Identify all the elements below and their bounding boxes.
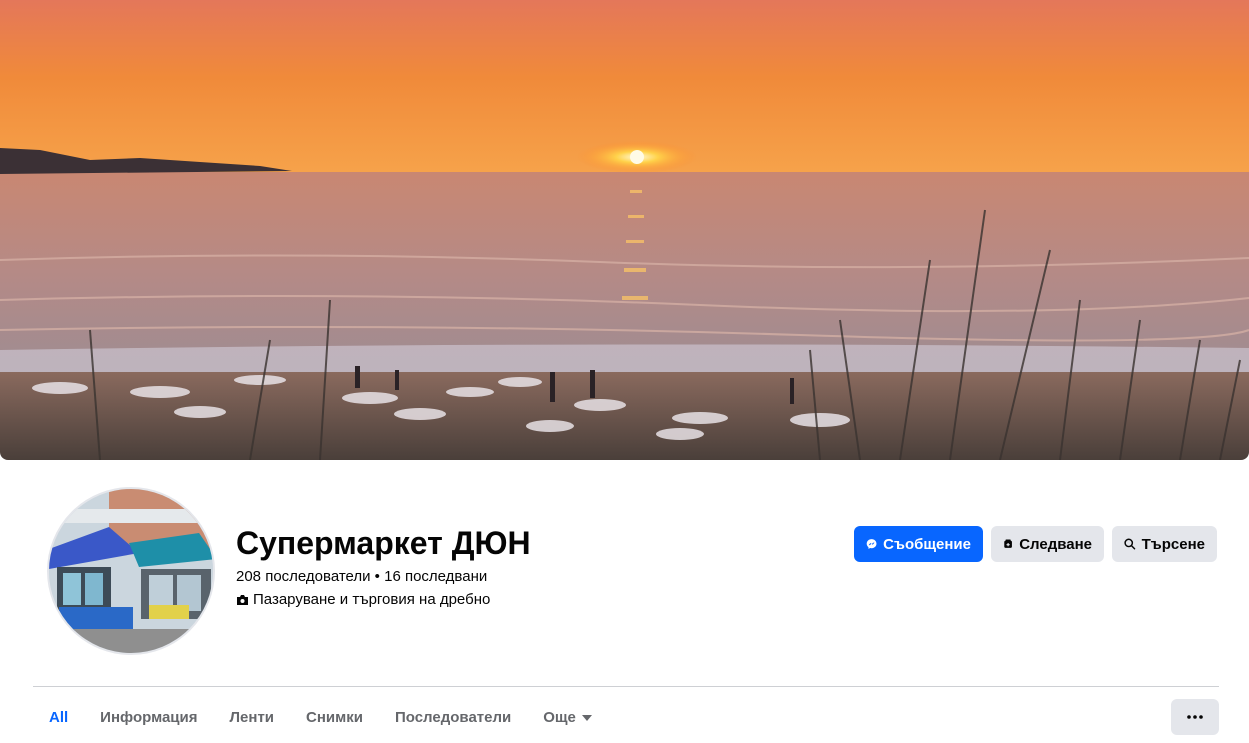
follow-icon [1004, 539, 1012, 548]
tab-label: Още [543, 709, 576, 726]
profile-picture-image [49, 489, 213, 653]
category-icon [237, 595, 248, 605]
profile-picture[interactable] [47, 487, 215, 655]
tab-followers[interactable]: Последователи [379, 696, 527, 740]
section-divider [33, 686, 1219, 687]
tab-label: Последователи [394, 709, 512, 726]
message-button-label: Съобщение [883, 535, 971, 553]
follow-button[interactable]: Следване [991, 526, 1104, 562]
messenger-icon [866, 539, 877, 549]
more-options-button[interactable] [1171, 699, 1219, 735]
tab-reels[interactable]: Ленти [214, 696, 291, 740]
followers-stats[interactable]: 208 последователи • 16 последвани [236, 567, 487, 587]
ellipsis-icon [1187, 715, 1203, 719]
follow-button-label: Следване [1019, 535, 1092, 553]
tab-label: Ленти [229, 709, 275, 726]
category-label: Пазаруване и търговия на дребно [253, 591, 491, 608]
search-icon [1124, 538, 1136, 550]
message-button[interactable]: Съобщение [854, 526, 983, 562]
page-category: Пазаруване и търговия на дребно [236, 590, 490, 610]
cover-photo[interactable] [0, 0, 1249, 460]
search-button[interactable]: Търсене [1112, 526, 1217, 562]
cover-photo-image [0, 0, 1249, 460]
page-title: Супермаркет ДЮН [236, 525, 531, 561]
tab-photos[interactable]: Снимки [290, 696, 379, 740]
tab-label: All [49, 709, 69, 726]
tab-label: Информация [100, 709, 198, 726]
tab-all[interactable]: All [33, 696, 84, 740]
tab-label: Снимки [306, 709, 363, 726]
search-button-label: Търсене [1141, 535, 1205, 553]
tab-more[interactable]: Още [527, 696, 608, 740]
tab-about[interactable]: Информация [84, 696, 213, 740]
caret-down-icon [581, 715, 592, 721]
profile-tabs: All Информация Ленти Снимки Последовател… [33, 696, 608, 740]
